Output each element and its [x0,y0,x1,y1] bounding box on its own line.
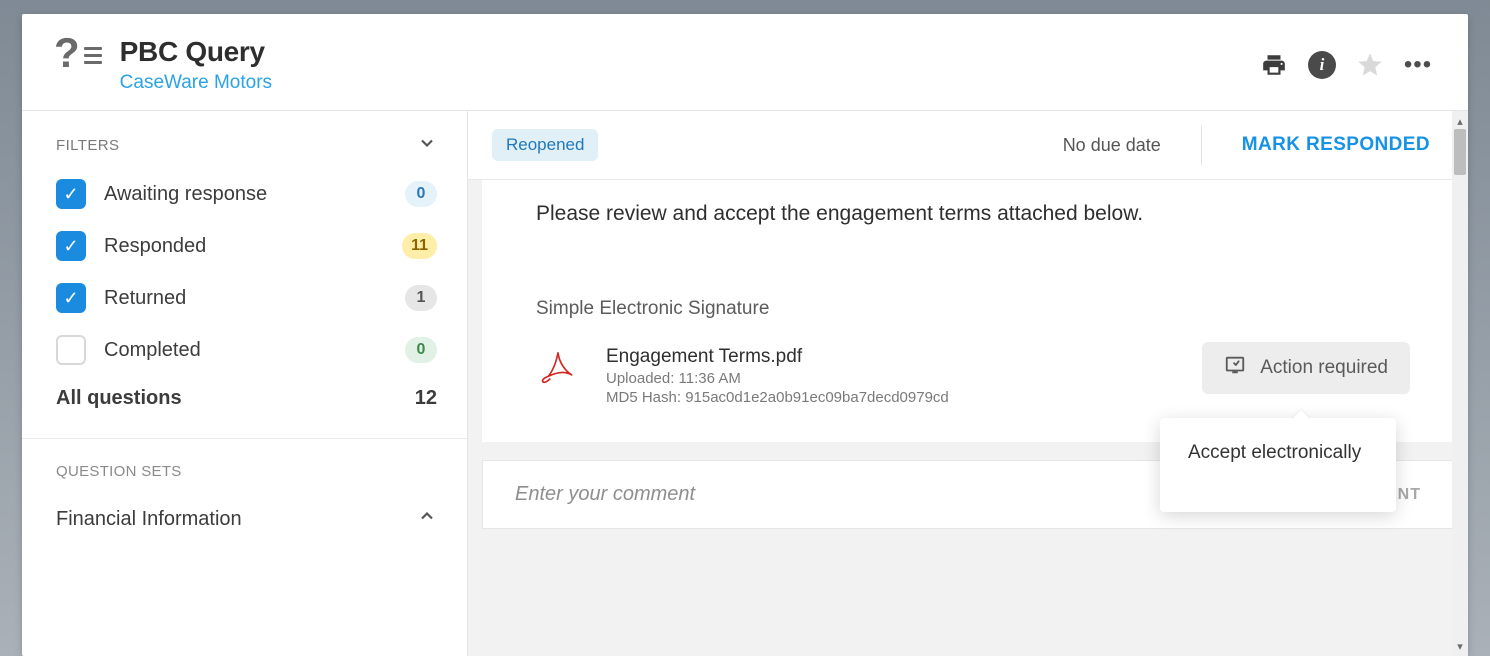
list-lines-icon [84,47,102,64]
count-badge: 0 [405,337,437,363]
page-title: PBC Query [120,36,272,68]
question-list-icon: ? [54,36,80,70]
scroll-down-arrow-icon[interactable]: ▾ [1457,638,1463,654]
content-scroll[interactable]: Please review and accept the engagement … [468,180,1468,656]
content-toolbar: Reopened No due date MARK RESPONDED [468,111,1468,180]
scrollbar[interactable]: ▴ ▾ [1452,111,1468,656]
file-meta[interactable]: Engagement Terms.pdf Uploaded: 11:36 AM … [606,346,949,406]
sidebar: FILTERS ✓ Awaiting response 0 ✓ Responde… [22,111,468,656]
status-badge: Reopened [492,129,598,161]
filter-label: Responded [104,235,206,258]
file-uploaded: Uploaded: 11:36 AM [606,370,949,387]
signature-request-icon [1224,354,1246,382]
question-sets-label: QUESTION SETS [56,463,437,480]
attachment-row: Engagement Terms.pdf Uploaded: 11:36 AM … [536,346,1410,406]
action-required-button[interactable]: Action required [1202,342,1410,394]
due-date: No due date [1063,135,1161,156]
app-window: ? PBC Query CaseWare Motors i ••• FILTER… [22,14,1468,656]
all-questions-label: All questions [56,387,182,410]
question-set-label: Financial Information [56,508,242,531]
filter-awaiting-response[interactable]: ✓ Awaiting response 0 [56,179,437,209]
signature-section-title: Simple Electronic Signature [536,298,1410,320]
action-popover: Accept electronically [1160,418,1396,512]
header-left: ? PBC Query CaseWare Motors [54,36,272,94]
checkbox-checked-icon[interactable]: ✓ [56,179,86,209]
action-required-label: Action required [1260,357,1388,379]
question-set-financial-information[interactable]: Financial Information [56,506,437,532]
question-card: Please review and accept the engagement … [482,180,1454,442]
filter-label: Returned [104,287,186,310]
all-questions[interactable]: All questions 12 [56,387,437,438]
header: ? PBC Query CaseWare Motors i ••• [22,14,1468,111]
app-icon: ? [54,36,102,70]
chevron-up-icon [417,506,437,532]
info-icon[interactable]: i [1308,51,1336,79]
filters-header[interactable]: FILTERS [56,133,437,157]
accept-electronically-option[interactable]: Accept electronically [1188,442,1368,464]
toolbar-right: No due date MARK RESPONDED [1063,125,1430,165]
filter-completed[interactable]: Completed 0 [56,335,437,365]
mark-responded-button[interactable]: MARK RESPONDED [1242,134,1430,156]
file-name: Engagement Terms.pdf [606,346,949,368]
count-badge: 0 [405,181,437,207]
title-block: PBC Query CaseWare Motors [120,36,272,94]
filter-returned[interactable]: ✓ Returned 1 [56,283,437,313]
checkbox-checked-icon[interactable]: ✓ [56,231,86,261]
checkbox-unchecked-icon[interactable] [56,335,86,365]
filters-label: FILTERS [56,137,119,154]
count-badge: 11 [402,233,437,259]
divider [1201,125,1202,165]
filter-responded[interactable]: ✓ Responded 11 [56,231,437,261]
instruction-text: Please review and accept the engagement … [536,202,1410,226]
all-questions-count: 12 [415,387,437,410]
divider [22,438,467,439]
count-badge: 1 [405,285,437,311]
body: FILTERS ✓ Awaiting response 0 ✓ Responde… [22,111,1468,656]
scroll-up-arrow-icon[interactable]: ▴ [1457,113,1463,129]
file-hash: MD5 Hash: 915ac0d1e2a0b91ec09ba7decd0979… [606,389,949,406]
scroll-thumb[interactable] [1454,129,1466,175]
more-icon[interactable]: ••• [1404,51,1432,79]
pdf-icon [536,346,580,395]
breadcrumb[interactable]: CaseWare Motors [120,72,272,94]
star-icon[interactable] [1356,51,1384,79]
filter-label: Awaiting response [104,183,267,206]
print-icon[interactable] [1260,51,1288,79]
filter-label: Completed [104,339,201,362]
main-panel: Reopened No due date MARK RESPONDED Plea… [468,111,1468,656]
header-actions: i ••• [1260,51,1432,79]
chevron-down-icon [417,133,437,157]
checkbox-checked-icon[interactable]: ✓ [56,283,86,313]
